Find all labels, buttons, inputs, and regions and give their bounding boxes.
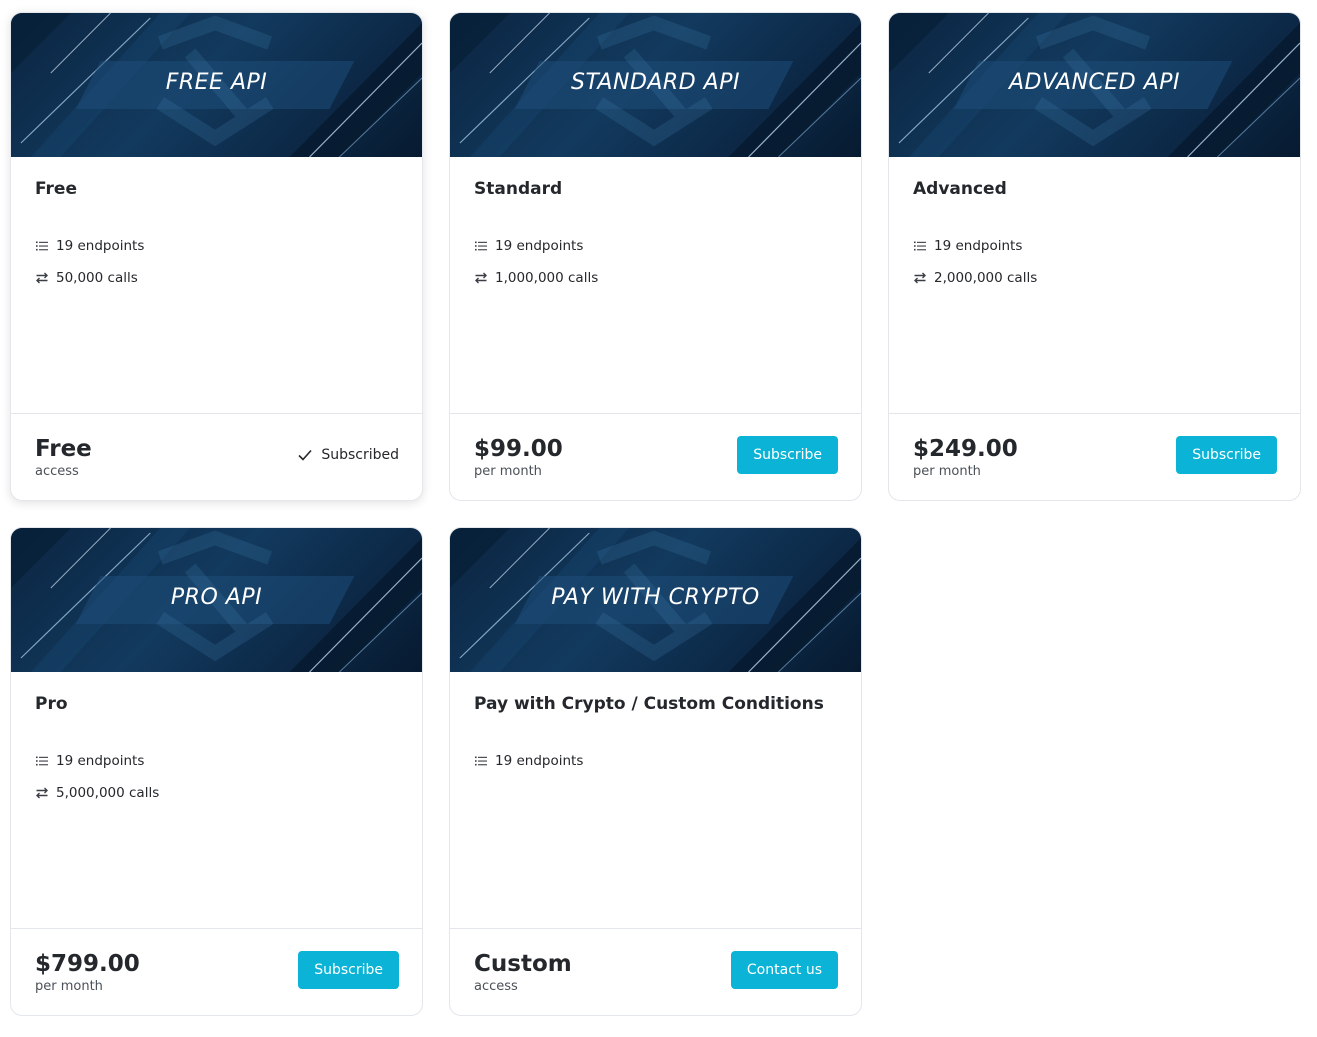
list-icon (914, 241, 926, 251)
plan-period: access (474, 979, 518, 994)
plan-card-standard: STANDARD API Standard 19 endpoints 1,000… (449, 12, 862, 501)
feature-endpoints: 19 endpoints (35, 236, 398, 256)
subscribe-button[interactable]: Subscribe (1176, 436, 1277, 474)
plan-name: Advanced (913, 179, 1007, 199)
plan-body: Advanced 19 endpoints 2,000,000 calls (889, 157, 1300, 413)
contact-us-button[interactable]: Contact us (730, 951, 838, 989)
list-icon (475, 241, 487, 251)
feature-calls-text: 1,000,000 calls (495, 270, 599, 286)
banner-title: PAY WITH CRYPTO (551, 585, 760, 610)
plan-banner: PRO API (11, 528, 422, 672)
list-icon (475, 756, 487, 766)
plan-footer: Free access Subscribed (11, 413, 422, 500)
feature-endpoints-text: 19 endpoints (56, 753, 145, 769)
plan-card-pro: PRO API Pro 19 endpoints 5,000,000 calls (10, 527, 423, 1016)
plan-period: access (35, 464, 79, 479)
feature-calls: 5,000,000 calls (35, 783, 398, 803)
plan-period: per month (474, 464, 542, 479)
plan-footer: $799.00 per month Subscribe (11, 928, 422, 1015)
plan-price: $249.00 (913, 436, 1018, 462)
pricing-grid: FREE API Free 19 endpoints 50,000 calls (10, 12, 1301, 1016)
swap-arrows-icon (36, 787, 48, 799)
plan-body: Pay with Crypto / Custom Conditions 19 e… (450, 672, 861, 928)
feature-list: 19 endpoints 50,000 calls (35, 236, 398, 288)
checkmark-icon (298, 449, 312, 461)
plan-price: Free (35, 436, 92, 462)
feature-endpoints: 19 endpoints (913, 236, 1276, 256)
plan-name: Standard (474, 179, 563, 199)
plan-body: Standard 19 endpoints 1,000,000 calls (450, 157, 861, 413)
plan-banner: ADVANCED API (889, 13, 1300, 157)
plan-name: Pay with Crypto / Custom Conditions (474, 694, 824, 714)
plan-card-advanced: ADVANCED API Advanced 19 endpoints 2,000… (888, 12, 1301, 501)
plan-card-free: FREE API Free 19 endpoints 50,000 calls (10, 12, 423, 501)
subscribed-status: Subscribed (297, 447, 399, 463)
feature-list: 19 endpoints 2,000,000 calls (913, 236, 1276, 288)
subscribed-label: Subscribed (321, 447, 399, 463)
plan-price: Custom (474, 951, 572, 977)
feature-endpoints-text: 19 endpoints (934, 238, 1023, 254)
banner-title: PRO API (170, 585, 263, 610)
feature-endpoints-text: 19 endpoints (56, 238, 145, 254)
subscribe-button[interactable]: Subscribe (298, 951, 399, 989)
feature-endpoints: 19 endpoints (474, 751, 837, 771)
plan-banner: FREE API (11, 13, 422, 157)
feature-endpoints-text: 19 endpoints (495, 238, 584, 254)
feature-calls: 1,000,000 calls (474, 268, 837, 288)
plan-footer: Custom access Contact us (450, 928, 861, 1015)
plan-body: Free 19 endpoints 50,000 calls (11, 157, 422, 413)
plan-footer: $249.00 per month Subscribe (889, 413, 1300, 500)
plan-name: Pro (35, 694, 68, 714)
plan-body: Pro 19 endpoints 5,000,000 calls (11, 672, 422, 928)
feature-calls: 50,000 calls (35, 268, 398, 288)
subscribe-button[interactable]: Subscribe (737, 436, 838, 474)
plan-footer: $99.00 per month Subscribe (450, 413, 861, 500)
banner-title: FREE API (165, 70, 268, 95)
banner-title: STANDARD API (571, 70, 740, 95)
plan-price: $99.00 (474, 436, 563, 462)
feature-endpoints: 19 endpoints (474, 236, 837, 256)
swap-arrows-icon (475, 272, 487, 284)
plan-card-crypto: PAY WITH CRYPTO Pay with Crypto / Custom… (449, 527, 862, 1016)
feature-calls: 2,000,000 calls (913, 268, 1276, 288)
swap-arrows-icon (36, 272, 48, 284)
feature-list: 19 endpoints (474, 751, 837, 771)
feature-calls-text: 2,000,000 calls (934, 270, 1038, 286)
feature-endpoints-text: 19 endpoints (495, 753, 584, 769)
list-icon (36, 756, 48, 766)
feature-endpoints: 19 endpoints (35, 751, 398, 771)
feature-calls-text: 5,000,000 calls (56, 785, 160, 801)
plan-name: Free (35, 179, 77, 199)
list-icon (36, 241, 48, 251)
plan-period: per month (913, 464, 981, 479)
swap-arrows-icon (914, 272, 926, 284)
plan-period: per month (35, 979, 103, 994)
plan-banner: STANDARD API (450, 13, 861, 157)
feature-list: 19 endpoints 5,000,000 calls (35, 751, 398, 803)
feature-list: 19 endpoints 1,000,000 calls (474, 236, 837, 288)
plan-price: $799.00 (35, 951, 140, 977)
plan-banner: PAY WITH CRYPTO (450, 528, 861, 672)
banner-title: ADVANCED API (1008, 70, 1181, 95)
feature-calls-text: 50,000 calls (56, 270, 138, 286)
